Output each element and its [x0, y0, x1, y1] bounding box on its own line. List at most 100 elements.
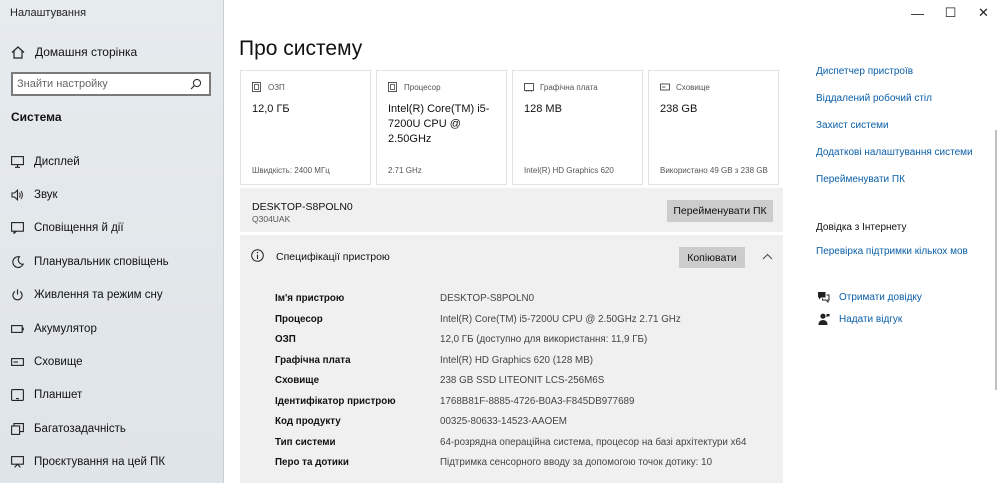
page-title: Про систему [239, 37, 363, 60]
sidebar-item-label: Живлення та режим сну [34, 289, 163, 302]
storage-icon [659, 82, 670, 92]
sidebar-item-label: Сповіщення й дії [34, 222, 124, 235]
device-manager-link[interactable]: Диспетчер пристроїв [816, 66, 913, 77]
help-chat-icon [816, 291, 830, 303]
device-specs-title: Специфікації пристрою [276, 251, 390, 263]
sidebar-item-display[interactable]: Дисплей [0, 145, 223, 178]
card-title: Графічна плата [540, 82, 598, 92]
spec-key: Ім'я пристрою [275, 293, 345, 304]
device-specs-header[interactable]: Специфікації пристрою Копіювати [240, 235, 783, 279]
spec-row: Графічна плата Intel(R) HD Graphics 620 … [275, 353, 775, 371]
sidebar-item-label: Багатозадачність [34, 422, 126, 435]
multi-language-support-link[interactable]: Перевірка підтримки кількох мов [816, 246, 968, 257]
close-button[interactable]: ✕ [967, 2, 1000, 24]
sidebar-item-label: Проєктування на цей ПК [34, 456, 166, 469]
sidebar: Налаштування Домашня сторінка Система Ди… [0, 0, 224, 483]
spec-row: Сховище 238 GB SSD LITEONIT LCS-256M6S [275, 373, 775, 391]
speaker-icon [10, 189, 24, 202]
summary-cards: ОЗП 12,0 ГБ Швидкість: 2400 МГц Процесор… [240, 70, 779, 185]
cpu-icon [387, 82, 398, 92]
rename-pc-button[interactable]: Перейменувати ПК [667, 200, 773, 222]
home-icon [10, 45, 26, 59]
spec-key: ОЗП [275, 334, 296, 345]
spec-value: Підтримка сенсорного вводу за допомогою … [440, 457, 713, 468]
card-subtext: Швидкість: 2400 МГц [252, 166, 330, 175]
sidebar-item-label: Звук [34, 189, 58, 202]
sidebar-item-label: Сховище [34, 356, 83, 369]
home-label: Домашня сторінка [35, 45, 138, 59]
sidebar-item-multitasking[interactable]: Багатозадачність [0, 412, 223, 445]
system-protection-link[interactable]: Захист системи [816, 120, 889, 131]
sidebar-item-label: Планшет [34, 389, 83, 402]
card-storage: Сховище 238 GB Використано 49 GB з 238 G… [648, 70, 779, 185]
search-box[interactable] [11, 72, 211, 96]
power-icon [10, 289, 24, 301]
sidebar-item-projecting[interactable]: Проєктування на цей ПК [0, 446, 223, 479]
card-value: 238 GB [660, 103, 698, 115]
sidebar-item-battery[interactable]: Акумулятор [0, 312, 223, 345]
pc-name-bar: DESKTOP-S8POLN0 Q304UAK Перейменувати ПК [240, 188, 783, 232]
notification-icon [10, 222, 24, 235]
app-title: Налаштування [10, 7, 87, 19]
rename-pc-link[interactable]: Перейменувати ПК [816, 174, 905, 185]
home-button[interactable]: Домашня сторінка [10, 42, 137, 62]
device-specs-panel: Специфікації пристрою Копіювати Ім'я при… [240, 235, 783, 483]
chevron-up-icon[interactable] [761, 250, 773, 262]
sidebar-item-notifications[interactable]: Сповіщення й дії [0, 212, 223, 245]
pc-name: DESKTOP-S8POLN0 [252, 201, 353, 213]
spec-row: ОЗП 12,0 ГБ (доступно для використання: … [275, 332, 775, 350]
info-icon [251, 249, 264, 262]
battery-icon [10, 323, 24, 335]
card-value: 128 MB [524, 103, 562, 115]
sidebar-item-power[interactable]: Живлення та режим сну [0, 279, 223, 312]
get-help-link[interactable]: Отримати довідку [816, 291, 922, 303]
spec-value: 12,0 ГБ (доступно для використання: 11,9… [440, 334, 648, 345]
scrollbar[interactable] [995, 130, 997, 390]
spec-value: 1768B81F-8885-4726-B0A3-F845DB977689 [440, 395, 635, 407]
spec-key: Графічна плата [275, 354, 351, 366]
card-subtext: 2.71 GHz [388, 166, 422, 175]
search-icon[interactable] [189, 78, 203, 90]
sidebar-item-label: Дисплей [34, 155, 80, 168]
moon-icon [10, 255, 24, 268]
spec-key: Код продукту [275, 416, 341, 427]
card-gpu: Графічна плата 128 MB Intel(R) HD Graphi… [512, 70, 643, 185]
pc-model: Q304UAK [252, 214, 291, 224]
spec-row: Перо та дотики Підтримка сенсорного ввод… [275, 455, 775, 473]
spec-row: Процесор Intel(R) Core(TM) i5-7200U CPU … [275, 312, 775, 330]
spec-row: Ім'я пристрою DESKTOP-S8POLN0 [275, 291, 775, 309]
search-input[interactable] [17, 78, 189, 90]
sidebar-item-tablet[interactable]: Планшет [0, 379, 223, 412]
card-title: Сховище [676, 82, 710, 92]
feedback-icon [816, 313, 830, 326]
spec-key: Тип системи [275, 436, 336, 448]
gpu-icon [523, 82, 534, 92]
spec-value: 64-розрядна операційна система, процесор… [440, 436, 747, 448]
sidebar-item-label: Планувальник сповіщень [34, 255, 169, 268]
spec-value: Intel(R) HD Graphics 620 (128 MB) [440, 354, 593, 366]
spec-row: Тип системи 64-розрядна операційна систе… [275, 435, 775, 453]
maximize-button[interactable]: ☐ [934, 2, 967, 24]
spec-row: Ідентифікатор пристрою 1768B81F-8885-472… [275, 394, 775, 412]
copy-button[interactable]: Копіювати [679, 247, 745, 268]
card-value: 12,0 ГБ [252, 103, 290, 115]
sidebar-nav: Дисплей Звук Сповіщення й дії Планувальн… [0, 145, 223, 479]
advanced-system-settings-link[interactable]: Додаткові налаштування системи [816, 147, 973, 158]
sidebar-item-label: Акумулятор [34, 322, 97, 335]
spec-value: Intel(R) Core(TM) i5-7200U CPU @ 2.50GHz… [440, 313, 681, 325]
projecting-icon [10, 456, 24, 468]
get-help-label: Отримати довідку [839, 291, 922, 303]
sidebar-item-sound[interactable]: Звук [0, 178, 223, 211]
sidebar-item-focus-assist[interactable]: Планувальник сповіщень [0, 245, 223, 278]
minimize-button[interactable]: — [901, 2, 934, 24]
card-ram: ОЗП 12,0 ГБ Швидкість: 2400 МГц [240, 70, 371, 185]
spec-value: DESKTOP-S8POLN0 [440, 293, 535, 304]
card-subtext: Використано 49 GB з 238 GB [660, 166, 768, 175]
remote-desktop-link[interactable]: Віддалений робочий стіл [816, 93, 932, 104]
tablet-icon [10, 389, 24, 402]
card-value: Intel(R) Core(TM) i5-7200U CPU @ 2.50GHz [388, 103, 490, 145]
sidebar-item-storage[interactable]: Сховище [0, 345, 223, 378]
spec-key: Процесор [275, 313, 323, 325]
give-feedback-link[interactable]: Надати відгук [816, 313, 902, 326]
section-title: Система [11, 110, 62, 124]
